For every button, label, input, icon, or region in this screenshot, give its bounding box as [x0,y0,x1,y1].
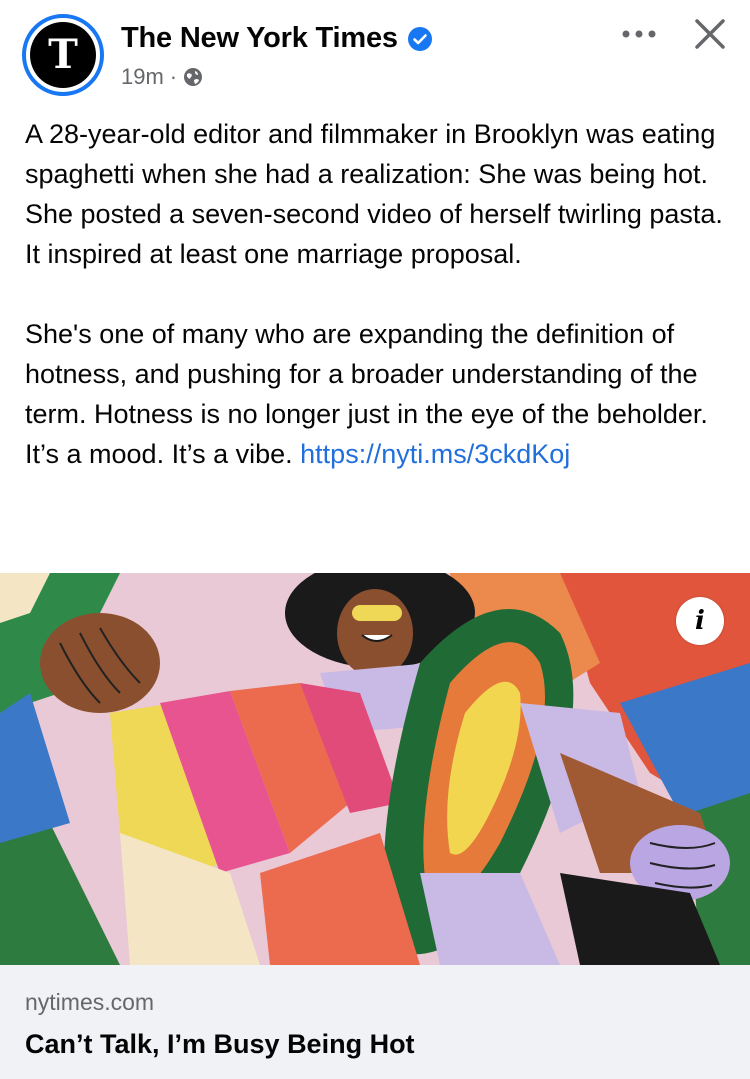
info-icon[interactable]: i [676,597,724,645]
info-glyph: i [695,606,705,636]
illustration-icon [0,573,750,965]
verified-badge-icon [407,26,432,51]
link-preview-card[interactable]: nytimes.com Can’t Talk, I’m Busy Being H… [0,965,750,1079]
avatar[interactable]: T [22,14,104,96]
post-paragraph-2: She's one of many who are expanding the … [25,314,725,474]
avatar-letter: T [48,31,78,78]
article-image[interactable] [0,573,750,965]
meta-separator: · [169,64,178,89]
page-name-row[interactable]: The New York Times [121,22,432,55]
post-meta: 19m · [121,64,203,90]
close-icon[interactable] [690,14,730,54]
post-body: A 28-year-old editor and filmmaker in Br… [25,114,725,474]
post-header: T The New York Times 19m · [0,0,750,110]
nyt-logo-icon: T [30,22,96,88]
post-link[interactable]: https://nyti.ms/3ckdKoj [300,439,570,469]
globe-icon [184,68,203,86]
more-options-icon[interactable] [620,24,658,44]
post-paragraph-1: A 28-year-old editor and filmmaker in Br… [25,119,723,269]
page-name[interactable]: The New York Times [121,22,398,55]
link-domain: nytimes.com [25,989,155,1015]
post-time[interactable]: 19m [121,64,164,90]
link-title[interactable]: Can’t Talk, I’m Busy Being Hot [25,1029,415,1060]
